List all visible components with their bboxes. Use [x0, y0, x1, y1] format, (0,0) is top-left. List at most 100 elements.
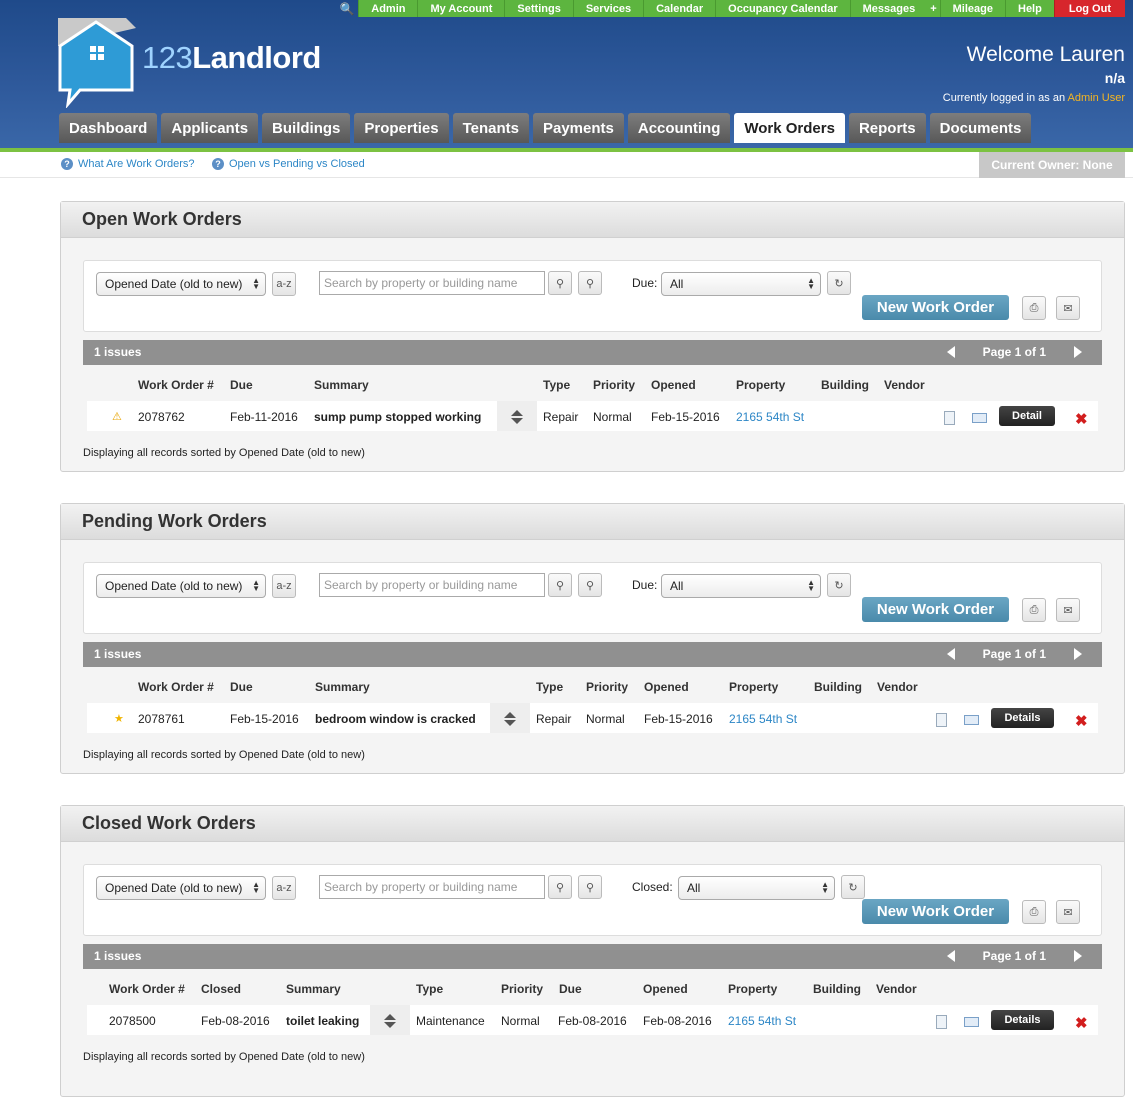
col-property[interactable]: Property: [736, 378, 785, 392]
refresh-icon[interactable]: ↻: [827, 573, 851, 597]
table-row[interactable]: 2078500 Feb-08-2016 toilet leaking Maint…: [87, 1005, 1098, 1035]
new-work-order-button[interactable]: New Work Order: [862, 295, 1009, 320]
topnav-messages-plus[interactable]: +: [927, 0, 940, 17]
search-input[interactable]: Search by property or building name: [319, 875, 545, 899]
tab-reports[interactable]: Reports: [848, 113, 926, 143]
new-work-order-button[interactable]: New Work Order: [862, 597, 1009, 622]
search-icon[interactable]: ⚲: [548, 271, 572, 295]
tab-tenants[interactable]: Tenants: [452, 113, 529, 143]
delete-icon[interactable]: ✖: [1075, 712, 1088, 730]
document-icon[interactable]: [944, 411, 955, 425]
col-type[interactable]: Type: [416, 982, 443, 996]
search-reset-icon[interactable]: ⚲: [578, 875, 602, 899]
search-icon[interactable]: ⚲: [548, 573, 572, 597]
col-priority[interactable]: Priority: [501, 982, 543, 996]
print-icon[interactable]: ⎙: [1022, 296, 1046, 320]
tab-accounting[interactable]: Accounting: [627, 113, 731, 143]
help-link-open-vs-pending[interactable]: ? Open vs Pending vs Closed: [212, 158, 365, 170]
col-vendor[interactable]: Vendor: [884, 378, 925, 392]
delete-icon[interactable]: ✖: [1075, 1014, 1088, 1032]
topnav-calendar[interactable]: Calendar: [643, 0, 716, 17]
next-page-icon[interactable]: [1074, 950, 1082, 962]
prev-page-icon[interactable]: [946, 346, 955, 358]
col-summary[interactable]: Summary: [314, 378, 369, 392]
property-link[interactable]: 2165 54th St: [728, 1014, 796, 1028]
col-type[interactable]: Type: [536, 680, 563, 694]
prev-page-icon[interactable]: [946, 648, 955, 660]
property-link[interactable]: 2165 54th St: [729, 712, 797, 726]
prev-page-icon[interactable]: [946, 950, 955, 962]
document-icon[interactable]: [936, 713, 947, 727]
email-export-icon[interactable]: ✉: [1056, 598, 1080, 622]
col-property[interactable]: Property: [728, 982, 777, 996]
col-priority[interactable]: Priority: [586, 680, 628, 694]
az-sort-icon[interactable]: a-z: [272, 876, 296, 900]
col-work-order[interactable]: Work Order #: [138, 378, 214, 392]
tab-buildings[interactable]: Buildings: [262, 113, 351, 143]
col-type[interactable]: Type: [543, 378, 570, 392]
next-page-icon[interactable]: [1074, 346, 1082, 358]
col-due[interactable]: Due: [230, 680, 253, 694]
topnav-help[interactable]: Help: [1005, 0, 1054, 17]
col-building[interactable]: Building: [813, 982, 861, 996]
print-icon[interactable]: ⎙: [1022, 900, 1046, 924]
priority-sort-icon[interactable]: [497, 401, 537, 431]
details-button[interactable]: Details: [991, 1010, 1054, 1030]
logo[interactable]: 123Landlord: [58, 18, 338, 109]
logout-button[interactable]: Log Out: [1053, 0, 1125, 17]
col-priority[interactable]: Priority: [593, 378, 635, 392]
table-row[interactable]: ★ 2078761 Feb-15-2016 bedroom window is …: [87, 703, 1098, 733]
search-input[interactable]: Search by property or building name: [319, 271, 545, 295]
col-opened[interactable]: Opened: [651, 378, 696, 392]
priority-sort-icon[interactable]: [370, 1005, 410, 1035]
tab-documents[interactable]: Documents: [929, 113, 1032, 143]
col-closed[interactable]: Closed: [201, 982, 241, 996]
next-page-icon[interactable]: [1074, 648, 1082, 660]
topnav-services[interactable]: Services: [572, 0, 644, 17]
search-input[interactable]: Search by property or building name: [319, 573, 545, 597]
topnav-settings[interactable]: Settings: [504, 0, 573, 17]
col-property[interactable]: Property: [729, 680, 778, 694]
col-work-order[interactable]: Work Order #: [138, 680, 214, 694]
table-row[interactable]: ⚠ 2078762 Feb-11-2016 sump pump stopped …: [87, 401, 1098, 431]
az-sort-icon[interactable]: a-z: [272, 574, 296, 598]
priority-sort-icon[interactable]: [490, 703, 530, 733]
mail-icon[interactable]: [964, 1017, 979, 1027]
col-summary[interactable]: Summary: [286, 982, 341, 996]
details-button[interactable]: Details: [991, 708, 1054, 728]
col-vendor[interactable]: Vendor: [876, 982, 917, 996]
topnav-mileage[interactable]: Mileage: [939, 0, 1005, 17]
col-summary[interactable]: Summary: [315, 680, 370, 694]
due-filter-select[interactable]: All ▲ ▼: [661, 272, 821, 296]
search-icon[interactable]: ⚲: [548, 875, 572, 899]
delete-icon[interactable]: ✖: [1075, 410, 1088, 428]
help-link-what-are-work-orders[interactable]: ? What Are Work Orders?: [61, 158, 195, 170]
print-icon[interactable]: ⎙: [1022, 598, 1046, 622]
search-icon[interactable]: 🔍: [336, 0, 358, 17]
detail-button[interactable]: Detail: [999, 406, 1055, 426]
sort-select[interactable]: Opened Date (old to new) ▲ ▼: [96, 876, 266, 900]
col-opened[interactable]: Opened: [644, 680, 689, 694]
email-export-icon[interactable]: ✉: [1056, 900, 1080, 924]
closed-filter-select[interactable]: All ▲ ▼: [678, 876, 835, 900]
tab-applicants[interactable]: Applicants: [161, 113, 259, 143]
col-building[interactable]: Building: [821, 378, 869, 392]
due-filter-select[interactable]: All ▲ ▼: [661, 574, 821, 598]
topnav-my-account[interactable]: My Account: [417, 0, 505, 17]
tab-payments[interactable]: Payments: [532, 113, 624, 143]
tab-dashboard[interactable]: Dashboard: [59, 113, 158, 143]
sort-select[interactable]: Opened Date (old to new) ▲ ▼: [96, 272, 266, 296]
email-export-icon[interactable]: ✉: [1056, 296, 1080, 320]
col-vendor[interactable]: Vendor: [877, 680, 918, 694]
topnav-occupancy-calendar[interactable]: Occupancy Calendar: [715, 0, 850, 17]
col-work-order[interactable]: Work Order #: [109, 982, 185, 996]
col-due[interactable]: Due: [230, 378, 253, 392]
refresh-icon[interactable]: ↻: [841, 875, 865, 899]
new-work-order-button[interactable]: New Work Order: [862, 899, 1009, 924]
az-sort-icon[interactable]: a-z: [272, 272, 296, 296]
document-icon[interactable]: [936, 1015, 947, 1029]
mail-icon[interactable]: [964, 715, 979, 725]
mail-icon[interactable]: [972, 413, 987, 423]
search-reset-icon[interactable]: ⚲: [578, 271, 602, 295]
col-opened[interactable]: Opened: [643, 982, 688, 996]
